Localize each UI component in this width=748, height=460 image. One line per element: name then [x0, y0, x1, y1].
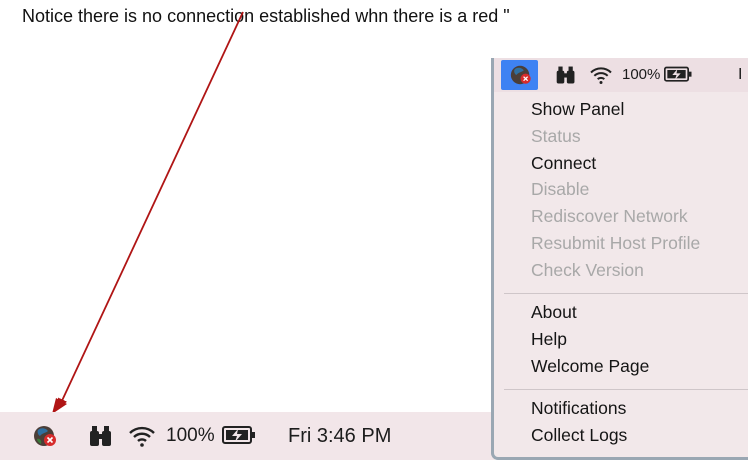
menu-separator [504, 389, 748, 390]
binoculars-icon[interactable] [555, 64, 577, 91]
menu-item-resubmit-host-profile: Resubmit Host Profile [531, 233, 701, 253]
menu-item-disable: Disable [531, 179, 590, 199]
menu-item-welcome-page[interactable]: Welcome Page [531, 353, 649, 380]
menu-item-check-version: Check Version [531, 260, 644, 280]
popup-menu-bar: 100% I [494, 58, 748, 92]
battery-charging-icon[interactable] [664, 65, 694, 90]
menu-item-help[interactable]: Help [531, 326, 567, 353]
status-globe-icon[interactable] [32, 424, 58, 448]
menubar-clock[interactable]: Fri 3:46 PM [288, 424, 391, 448]
menu-bar: 100% Fri 3:46 PM [0, 412, 495, 460]
menu-item-collect-logs[interactable]: Collect Logs [531, 422, 627, 449]
battery-charging-icon[interactable] [222, 424, 258, 448]
menu-item-rediscover-network: Rediscover Network [531, 206, 688, 226]
menu-item-about[interactable]: About [531, 299, 577, 326]
menu-item-connect[interactable]: Connect [531, 150, 596, 177]
caption-text: Notice there is no connection establishe… [22, 6, 510, 26]
menu-item-notifications[interactable]: Notifications [531, 395, 626, 422]
battery-percent: 100% [622, 66, 661, 83]
battery-percent: 100% [166, 425, 215, 446]
status-globe-icon[interactable] [509, 63, 533, 92]
menu-item-show-panel[interactable]: Show Panel [531, 96, 624, 123]
menu-separator [504, 293, 748, 294]
status-menu-popup: 100% I Show Panel Status Connect Disable… [491, 58, 748, 460]
wifi-icon[interactable] [588, 65, 614, 90]
binoculars-icon[interactable] [88, 424, 114, 448]
menubar-cutoff-text: I [738, 66, 743, 83]
menu-item-status: Status [531, 126, 581, 146]
wifi-icon[interactable] [127, 424, 157, 448]
